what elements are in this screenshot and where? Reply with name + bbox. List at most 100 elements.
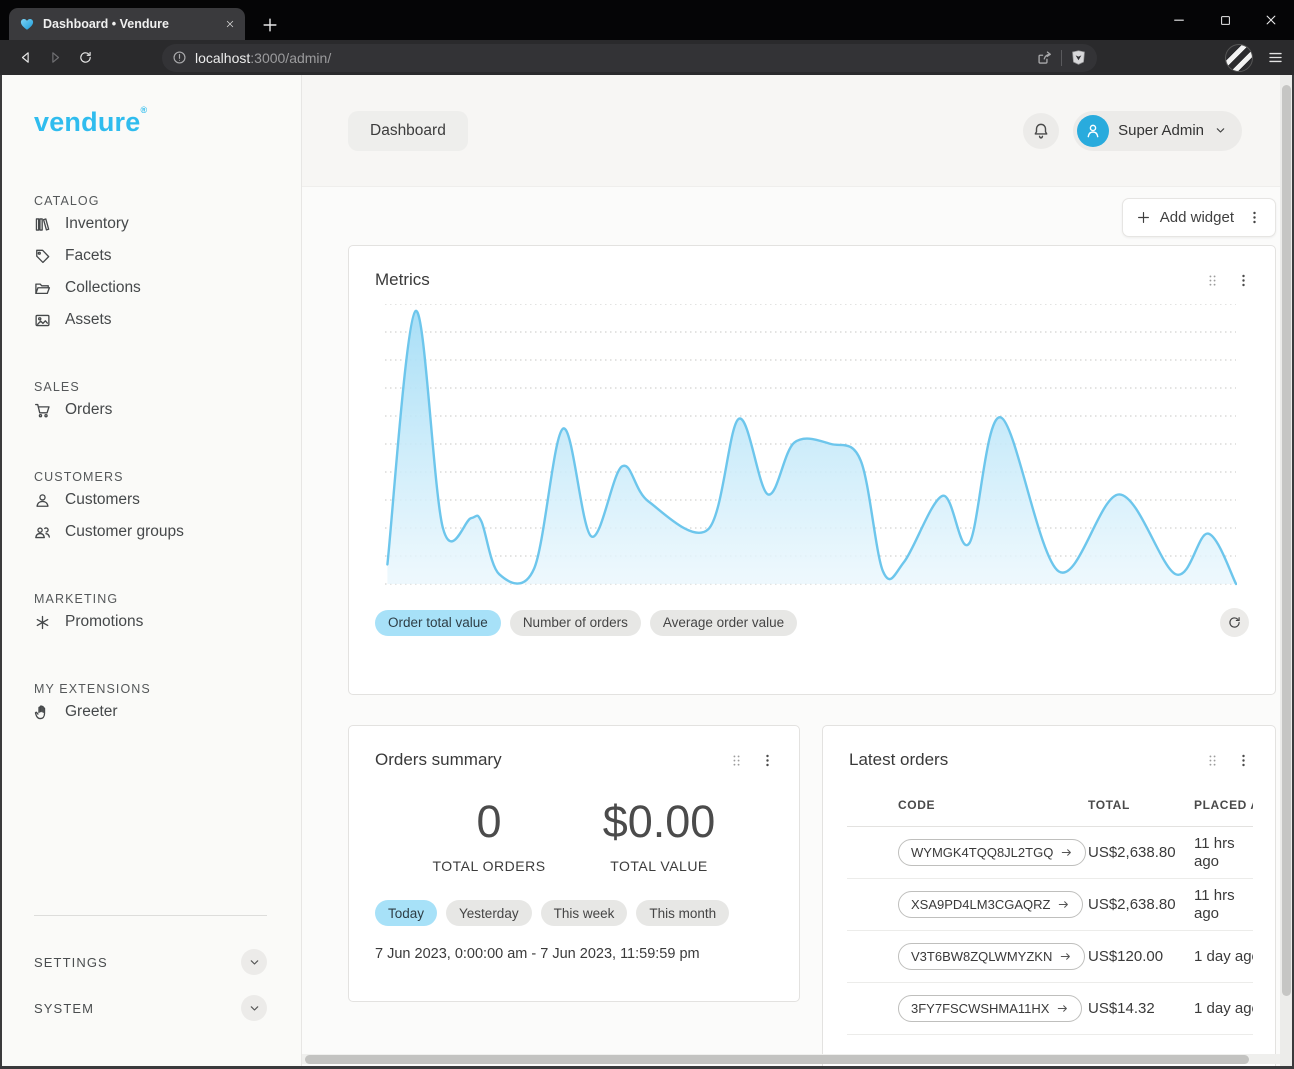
metrics-chip-average-order-value[interactable]: Average order value <box>650 610 797 636</box>
order-code-link[interactable]: 3FY7FSCWSHMA11HX <box>898 995 1082 1022</box>
orders-summary-chip-this-week[interactable]: This week <box>541 900 628 926</box>
sidebar-collapsed-sections: SETTINGS SYSTEM <box>34 946 267 1024</box>
asterisk-icon <box>34 614 51 631</box>
vertical-scrollbar[interactable] <box>1280 75 1292 1066</box>
forward-button[interactable] <box>40 44 70 72</box>
orders-summary-chips: Today Yesterday This week This month <box>349 874 799 926</box>
sidebar-section-label: SALES <box>34 380 301 394</box>
url-bar-divider <box>1061 50 1062 66</box>
total-orders-label: TOTAL ORDERS <box>404 858 574 874</box>
page-title[interactable]: Dashboard <box>348 111 468 151</box>
order-row: WYMGK4TQQ8JL2TGQ US$2,638.80 11 hrsago <box>847 827 1253 879</box>
sidebar-bottom: SETTINGS SYSTEM <box>34 915 267 1024</box>
horizontal-scrollbar-thumb[interactable] <box>305 1055 1249 1064</box>
browser-window: Dashboard • Vendure localhost:3000/admin… <box>0 0 1294 1069</box>
back-button[interactable] <box>10 44 40 72</box>
reload-button[interactable] <box>70 44 100 72</box>
sidebar-item-facets[interactable]: Facets <box>34 240 301 272</box>
sidebar-item-customers[interactable]: Customers <box>34 484 301 516</box>
window-close-button[interactable] <box>1248 0 1294 40</box>
window-minimize-button[interactable] <box>1156 0 1202 40</box>
sidebar-item-greeter[interactable]: Greeter <box>34 696 301 728</box>
widget-menu-icon[interactable] <box>1236 273 1251 288</box>
orders-summary-chip-yesterday[interactable]: Yesterday <box>446 900 532 926</box>
notifications-button[interactable] <box>1023 113 1059 149</box>
sidebar-item-label: Inventory <box>65 215 129 233</box>
metrics-chip-order-total-value[interactable]: Order total value <box>375 610 501 636</box>
orders-summary-chip-today[interactable]: Today <box>375 900 437 926</box>
refresh-button[interactable] <box>1220 608 1249 637</box>
order-placed-at: 11 hrsago <box>1194 835 1253 871</box>
expand-settings-button[interactable] <box>241 949 267 975</box>
date-range-text: 7 Jun 2023, 0:00:00 am - 7 Jun 2023, 11:… <box>349 926 799 962</box>
sidebar-section-label: MARKETING <box>34 592 301 606</box>
total-orders-stat: 0 TOTAL ORDERS <box>404 796 574 874</box>
horizontal-scrollbar[interactable] <box>302 1054 1280 1064</box>
sidebar-item-inventory[interactable]: Inventory <box>34 208 301 240</box>
sidebar: vendure® CATALOG Inventory Facets Collec… <box>2 75 302 1066</box>
sidebar-item-assets[interactable]: Assets <box>34 304 301 336</box>
sidebar-collapsed-settings[interactable]: SETTINGS <box>34 946 267 978</box>
drag-handle-icon[interactable] <box>1205 273 1220 288</box>
browser-profile-avatar[interactable] <box>1225 44 1253 72</box>
order-row: 3FY7FSCWSHMA11HX US$14.32 1 day ago <box>847 983 1253 1035</box>
brave-shield-icon[interactable] <box>1070 49 1087 66</box>
order-code-link[interactable]: XSA9PD4LM3CGAQRZ <box>898 891 1083 918</box>
drag-handle-icon[interactable] <box>1205 753 1220 768</box>
sidebar-item-collections[interactable]: Collections <box>34 272 301 304</box>
metrics-widget-title: Metrics <box>375 270 1205 290</box>
site-info-icon[interactable] <box>172 50 187 65</box>
library-icon <box>34 216 51 233</box>
user-menu-button[interactable]: Super Admin <box>1073 111 1242 151</box>
sidebar-section-sales: SALES Orders <box>34 380 301 426</box>
sidebar-item-label: Assets <box>65 311 112 329</box>
column-code: CODE <box>898 798 1088 812</box>
widget-menu-icon[interactable] <box>1236 753 1251 768</box>
total-value-label: TOTAL VALUE <box>574 858 744 874</box>
widget-menu-icon[interactable] <box>760 753 775 768</box>
metrics-chip-number-of-orders[interactable]: Number of orders <box>510 610 641 636</box>
plus-icon <box>1136 210 1151 225</box>
table-header-row: CODE TOTAL PLACED AT <box>847 798 1253 827</box>
area-chart-svg <box>384 304 1237 586</box>
browser-tab[interactable]: Dashboard • Vendure <box>9 8 245 40</box>
sidebar-section-my-extensions: MY EXTENSIONS Greeter <box>34 682 301 728</box>
sidebar-item-customer-groups[interactable]: Customer groups <box>34 516 301 548</box>
arrow-right-icon <box>1060 846 1073 859</box>
window-controls <box>1156 0 1294 40</box>
orders-summary-chip-this-month[interactable]: This month <box>636 900 729 926</box>
order-code-link[interactable]: WYMGK4TQQ8JL2TGQ <box>898 839 1086 866</box>
expand-system-button[interactable] <box>241 995 267 1021</box>
vertical-scrollbar-thumb[interactable] <box>1282 85 1291 996</box>
sidebar-nav: CATALOG Inventory Facets Collections Ass… <box>2 138 301 728</box>
browser-menu-icon[interactable] <box>1267 49 1284 66</box>
order-row: XSA9PD4LM3CGAQRZ US$2,638.80 11 hrsago <box>847 879 1253 931</box>
dashboard-body: Add widget Metrics <box>302 187 1280 1066</box>
table-body: WYMGK4TQQ8JL2TGQ US$2,638.80 11 hrsago X… <box>847 827 1253 1035</box>
drag-handle-icon[interactable] <box>729 753 744 768</box>
new-tab-button[interactable] <box>261 16 279 34</box>
share-icon[interactable] <box>1036 49 1053 66</box>
order-code: WYMGK4TQQ8JL2TGQ <box>911 845 1053 860</box>
hand-icon <box>34 704 51 721</box>
arrow-right-icon <box>1059 950 1072 963</box>
order-code-link[interactable]: V3T6BW8ZQLWMYZKN <box>898 943 1085 970</box>
tab-close-icon[interactable] <box>225 19 235 29</box>
add-widget-button[interactable]: Add widget <box>1122 198 1276 237</box>
header-right: Super Admin <box>1023 111 1242 151</box>
column-total: TOTAL <box>1088 798 1194 812</box>
sidebar-item-label: Greeter <box>65 703 118 721</box>
latest-orders-widget: Latest orders CODE TOTAL PLACED AT WY <box>822 725 1276 1066</box>
sidebar-divider <box>34 915 267 916</box>
orders-summary-title: Orders summary <box>375 750 729 770</box>
total-orders-value: 0 <box>404 796 574 848</box>
url-bar[interactable]: localhost:3000/admin/ <box>162 44 1097 72</box>
vendure-admin-app: vendure® CATALOG Inventory Facets Collec… <box>0 75 1294 1069</box>
add-widget-kebab-icon[interactable] <box>1247 210 1262 225</box>
orders-summary-header: Orders summary <box>349 726 799 770</box>
sidebar-collapsed-system[interactable]: SYSTEM <box>34 992 267 1024</box>
user-icon <box>34 492 51 509</box>
sidebar-item-orders[interactable]: Orders <box>34 394 301 426</box>
sidebar-item-promotions[interactable]: Promotions <box>34 606 301 638</box>
window-maximize-button[interactable] <box>1202 0 1248 40</box>
